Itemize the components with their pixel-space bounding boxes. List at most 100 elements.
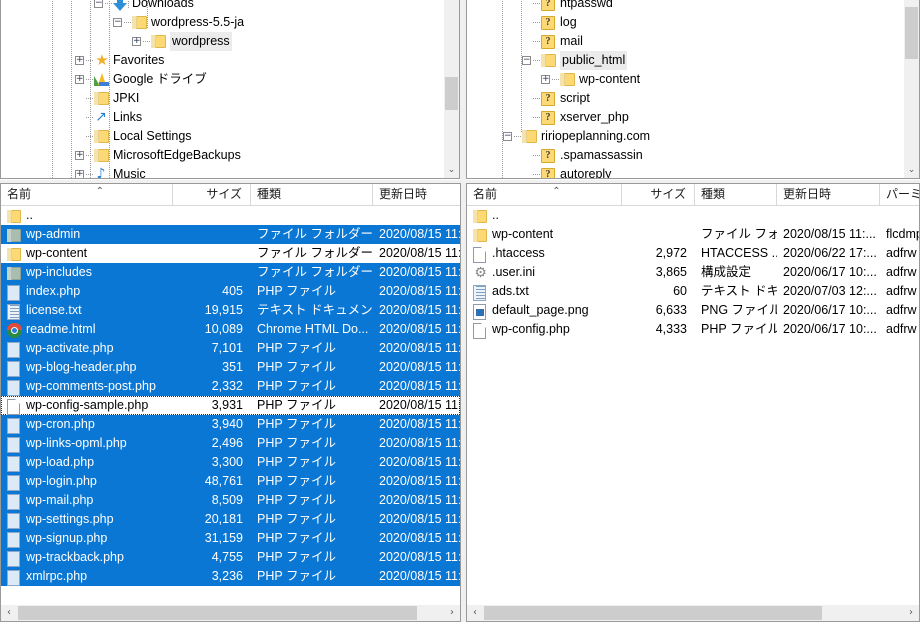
remote-list-rows[interactable]: .. wp-content ファイル フォ... 2020/08/15 11:... f… bbox=[467, 206, 919, 604]
scrollbar-thumb[interactable] bbox=[905, 7, 918, 59]
tree-expander[interactable]: + bbox=[541, 75, 550, 84]
tree-node[interactable]: ? htpasswd bbox=[467, 0, 904, 13]
tree-node-label[interactable]: Favorites bbox=[113, 51, 164, 70]
tree-expander[interactable]: + bbox=[75, 170, 84, 178]
tree-node-label[interactable]: mail bbox=[560, 32, 583, 51]
tree-node[interactable]: ? xserver_php bbox=[467, 108, 904, 127]
local-list-rows[interactable]: .. wp-admin ファイル フォルダー 2020/08/15 11:4 wp-co… bbox=[1, 206, 460, 604]
table-row[interactable]: wp-login.php 48,761 PHP ファイル 2020/08/15 11:… bbox=[1, 472, 460, 491]
table-row[interactable]: wp-content ファイル フォルダー 2020/08/15 11:4 bbox=[1, 244, 460, 263]
column-header[interactable]: サイズ bbox=[622, 184, 695, 205]
vertical-splitter-lower[interactable] bbox=[461, 183, 466, 622]
local-tree-panel[interactable]: − Downloads − wordpress-5.5-ja + wordpress + ★ F… bbox=[0, 0, 460, 179]
table-row[interactable]: index.php 405 PHP ファイル 2020/08/15 11:4 bbox=[1, 282, 460, 301]
tree-node[interactable]: ? .spamassassin bbox=[467, 146, 904, 165]
table-row[interactable]: ⚙ .user.ini 3,865 構成設定 2020/06/17 10:... adfr… bbox=[467, 263, 919, 282]
scroll-left-icon[interactable]: ‹ bbox=[467, 605, 483, 621]
tree-node[interactable]: ? script bbox=[467, 89, 904, 108]
column-header[interactable]: 更新日時 bbox=[373, 184, 460, 205]
tree-node-label[interactable]: wordpress-5.5-ja bbox=[151, 13, 244, 32]
tree-node-label[interactable]: Google ドライブ bbox=[113, 70, 207, 89]
tree-node-label[interactable]: htpasswd bbox=[560, 0, 613, 13]
tree-node-label[interactable]: ririopeplanning.com bbox=[541, 127, 650, 146]
tree-node-label[interactable]: JPKI bbox=[113, 89, 139, 108]
tree-node[interactable]: + wp-content bbox=[467, 70, 904, 89]
table-row[interactable]: .htaccess 2,972 HTACCESS ... 2020/06/22 17:… bbox=[467, 244, 919, 263]
remote-list-panel[interactable]: 名前⌃サイズ種類更新日時パーミッシ .. wp-content ファイル フォ...… bbox=[466, 183, 920, 622]
table-row[interactable]: wp-config-sample.php 3,931 PHP ファイル 2020/08… bbox=[1, 396, 460, 415]
tree-expander[interactable]: − bbox=[113, 18, 122, 27]
local-tree-body[interactable]: − Downloads − wordpress-5.5-ja + wordpress + ★ F… bbox=[1, 0, 444, 178]
column-header[interactable]: 名前 ⌃ bbox=[1, 184, 173, 205]
tree-node[interactable]: + wordpress bbox=[1, 32, 444, 51]
column-header[interactable]: サイズ bbox=[173, 184, 251, 205]
tree-node[interactable]: − Downloads bbox=[1, 0, 444, 13]
scroll-left-icon[interactable]: ‹ bbox=[1, 605, 17, 621]
remote-list-header[interactable]: 名前⌃サイズ種類更新日時パーミッシ bbox=[467, 184, 919, 206]
scroll-right-icon[interactable]: › bbox=[444, 605, 460, 621]
tree-node[interactable]: + ♪ Music bbox=[1, 165, 444, 178]
local-list-header[interactable]: 名前 ⌃ サイズ 種類 更新日時 bbox=[1, 184, 460, 206]
tree-node-label[interactable]: .spamassassin bbox=[560, 146, 643, 165]
vertical-splitter[interactable] bbox=[460, 0, 466, 180]
tree-node-label[interactable]: Links bbox=[113, 108, 142, 127]
local-list-panel[interactable]: 名前 ⌃ サイズ 種類 更新日時 .. wp-admin ファイル フォルダー 2020/08… bbox=[0, 183, 461, 622]
table-row[interactable]: license.txt 19,915 テキスト ドキュメント 2020/08/15 1… bbox=[1, 301, 460, 320]
column-header[interactable]: 更新日時 bbox=[777, 184, 880, 205]
tree-expander[interactable]: + bbox=[75, 151, 84, 160]
table-row[interactable]: wp-load.php 3,300 PHP ファイル 2020/08/15 11:4 bbox=[1, 453, 460, 472]
table-row[interactable]: wp-activate.php 7,101 PHP ファイル 2020/08/15 1… bbox=[1, 339, 460, 358]
scrollbar-thumb[interactable] bbox=[484, 606, 822, 620]
tree-expander[interactable]: − bbox=[503, 132, 512, 141]
scroll-down-icon[interactable]: ⌄ bbox=[444, 163, 459, 178]
tree-node-label[interactable]: xserver_php bbox=[560, 108, 629, 127]
column-header[interactable]: 種類 bbox=[695, 184, 777, 205]
table-row[interactable]: wp-trackback.php 4,755 PHP ファイル 2020/08/15 … bbox=[1, 548, 460, 567]
column-header[interactable]: 名前 ⌃ bbox=[467, 184, 622, 205]
table-row[interactable]: ads.txt 60 テキスト ドキ... 2020/07/03 12:... adfr… bbox=[467, 282, 919, 301]
local-tree-vscrollbar[interactable]: ⌄ bbox=[444, 0, 459, 178]
tree-expander[interactable]: + bbox=[75, 75, 84, 84]
remote-tree-panel[interactable]: ? htpasswd? log? mail − public_html + wp-conten… bbox=[466, 0, 920, 179]
tree-node-label[interactable]: MicrosoftEdgeBackups bbox=[113, 146, 241, 165]
tree-node-label[interactable]: Music bbox=[113, 165, 146, 178]
tree-node-label[interactable]: Downloads bbox=[132, 0, 194, 13]
tree-node[interactable]: + ★ Favorites bbox=[1, 51, 444, 70]
table-row[interactable]: xmlrpc.php 3,236 PHP ファイル 2020/08/15 11:4 bbox=[1, 567, 460, 586]
tree-node[interactable]: + MicrosoftEdgeBackups bbox=[1, 146, 444, 165]
tree-node[interactable]: ? mail bbox=[467, 32, 904, 51]
scroll-right-icon[interactable]: › bbox=[903, 605, 919, 621]
tree-node[interactable]: ? autoreply bbox=[467, 165, 904, 178]
tree-node[interactable]: − ririopeplanning.com bbox=[467, 127, 904, 146]
table-row[interactable]: wp-links-opml.php 2,496 PHP ファイル 2020/08/15… bbox=[1, 434, 460, 453]
table-row[interactable]: wp-blog-header.php 351 PHP ファイル 2020/08/15 … bbox=[1, 358, 460, 377]
tree-node[interactable]: ? log bbox=[467, 13, 904, 32]
tree-node-label[interactable]: autoreply bbox=[560, 165, 611, 178]
table-row[interactable]: wp-cron.php 3,940 PHP ファイル 2020/08/15 11:4 bbox=[1, 415, 460, 434]
tree-node[interactable]: JPKI bbox=[1, 89, 444, 108]
scroll-down-icon[interactable]: ⌄ bbox=[904, 163, 919, 178]
column-header[interactable]: パーミッシ bbox=[880, 184, 919, 205]
table-row[interactable]: wp-includes ファイル フォルダー 2020/08/15 11:4 bbox=[1, 263, 460, 282]
tree-node[interactable]: − public_html bbox=[467, 51, 904, 70]
tree-expander[interactable]: + bbox=[132, 37, 141, 46]
table-row[interactable]: wp-content ファイル フォ... 2020/08/15 11:... flc… bbox=[467, 225, 919, 244]
tree-expander[interactable]: + bbox=[75, 56, 84, 65]
tree-expander[interactable]: − bbox=[522, 56, 531, 65]
tree-node-label[interactable]: wordpress bbox=[170, 32, 232, 51]
table-row[interactable]: wp-admin ファイル フォルダー 2020/08/15 11:4 bbox=[1, 225, 460, 244]
remote-tree-body[interactable]: ? htpasswd? log? mail − public_html + wp-conten… bbox=[467, 0, 904, 178]
tree-node-label[interactable]: public_html bbox=[560, 51, 628, 70]
tree-expander[interactable]: − bbox=[94, 0, 103, 8]
scrollbar-thumb[interactable] bbox=[18, 606, 417, 620]
tree-node-label[interactable]: log bbox=[560, 13, 577, 32]
remote-list-hscrollbar[interactable]: ‹ › bbox=[467, 605, 919, 621]
table-row[interactable]: wp-config.php 4,333 PHP ファイル 2020/06/17 10:… bbox=[467, 320, 919, 339]
table-row[interactable]: .. bbox=[467, 206, 919, 225]
table-row[interactable]: .. bbox=[1, 206, 460, 225]
table-row[interactable]: wp-mail.php 8,509 PHP ファイル 2020/08/15 11:4 bbox=[1, 491, 460, 510]
table-row[interactable]: wp-signup.php 31,159 PHP ファイル 2020/08/15 11… bbox=[1, 529, 460, 548]
tree-node[interactable]: ↗ Links bbox=[1, 108, 444, 127]
tree-node-label[interactable]: Local Settings bbox=[113, 127, 192, 146]
tree-node[interactable]: + Google ドライブ bbox=[1, 70, 444, 89]
